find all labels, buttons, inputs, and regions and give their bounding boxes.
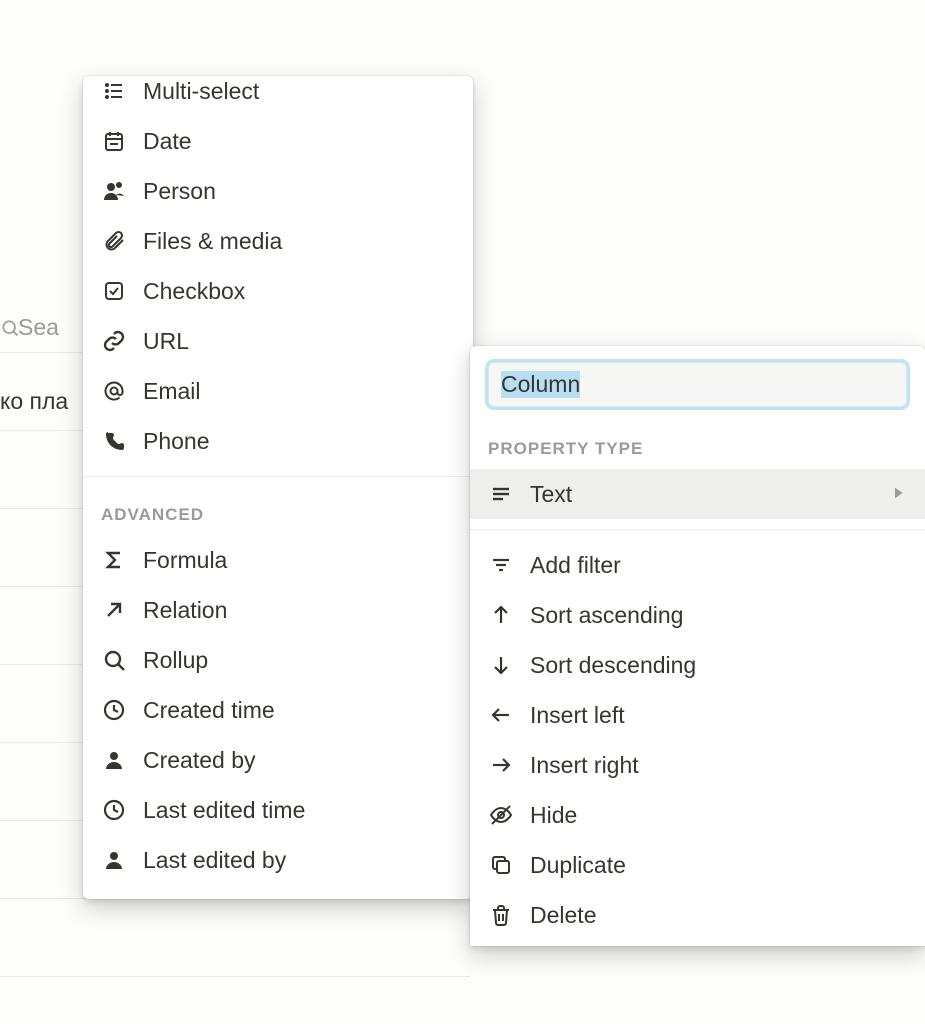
search-icon (0, 318, 20, 343)
menu-item-label: Insert right (530, 748, 639, 783)
menu-item-label: Hide (530, 798, 577, 833)
menu-item-label: Email (143, 374, 201, 409)
menu-item-label: Person (143, 174, 216, 209)
text-icon (488, 481, 514, 507)
type-option-files[interactable]: Files & media (83, 216, 473, 266)
type-option-created-by[interactable]: Created by (83, 735, 473, 785)
user-solid-icon (101, 847, 127, 873)
column-name-input[interactable] (488, 362, 907, 407)
menu-item-label: Created time (143, 693, 275, 728)
arrow-ne-icon (101, 597, 127, 623)
action-add-filter[interactable]: Add filter (470, 540, 925, 590)
checkbox-icon (101, 278, 127, 304)
eye-off-icon (488, 802, 514, 828)
person-icon (101, 178, 127, 204)
type-option-created-time[interactable]: Created time (83, 685, 473, 735)
type-option-relation[interactable]: Relation (83, 585, 473, 635)
menu-item-label: Formula (143, 543, 227, 578)
trash-icon (488, 902, 514, 928)
advanced-header: ADVANCED (83, 487, 473, 535)
action-insert-right[interactable]: Insert right (470, 740, 925, 790)
bg-divider (0, 976, 470, 977)
menu-item-label: Files & media (143, 224, 282, 259)
property-type-submenu: Multi-select Date Person Files & media C… (83, 76, 473, 899)
search-icon (101, 647, 127, 673)
chevron-right-icon (889, 477, 907, 512)
action-delete[interactable]: Delete (470, 890, 925, 940)
arrow-up-icon (488, 602, 514, 628)
action-sort-descending[interactable]: Sort descending (470, 640, 925, 690)
sigma-icon (101, 547, 127, 573)
type-option-date[interactable]: Date (83, 116, 473, 166)
menu-item-label: Sort descending (530, 648, 696, 683)
type-option-multi-select[interactable]: Multi-select (83, 76, 473, 116)
search-label: Sea (18, 314, 59, 341)
column-edit-popover: PROPERTY TYPE Text Add filter Sort ascen… (470, 346, 925, 946)
property-type-header: PROPERTY TYPE (470, 421, 925, 469)
action-duplicate[interactable]: Duplicate (470, 840, 925, 890)
filter-icon (488, 552, 514, 578)
menu-divider (83, 476, 473, 477)
phone-icon (101, 428, 127, 454)
calendar-icon (101, 128, 127, 154)
menu-item-label: Sort ascending (530, 598, 683, 633)
type-option-url[interactable]: URL (83, 316, 473, 366)
user-solid-icon (101, 747, 127, 773)
menu-item-label: Text (530, 477, 572, 512)
type-option-email[interactable]: Email (83, 366, 473, 416)
bg-row-text: ко пла (0, 388, 68, 415)
menu-item-label: Multi-select (143, 76, 259, 108)
menu-item-label: URL (143, 324, 189, 359)
link-icon (101, 328, 127, 354)
duplicate-icon (488, 852, 514, 878)
menu-item-label: Last edited time (143, 793, 305, 828)
menu-item-label: Relation (143, 593, 227, 628)
menu-divider (470, 529, 925, 530)
menu-item-label: Delete (530, 898, 596, 933)
menu-item-label: Add filter (530, 548, 621, 583)
type-option-formula[interactable]: Formula (83, 535, 473, 585)
menu-item-label: Duplicate (530, 848, 626, 883)
action-sort-ascending[interactable]: Sort ascending (470, 590, 925, 640)
type-option-person[interactable]: Person (83, 166, 473, 216)
action-hide[interactable]: Hide (470, 790, 925, 840)
menu-item-label: Date (143, 124, 192, 159)
at-icon (101, 378, 127, 404)
menu-item-label: Rollup (143, 643, 208, 678)
clock-icon (101, 697, 127, 723)
list-icon (101, 78, 127, 104)
menu-item-label: Checkbox (143, 274, 245, 309)
arrow-right-icon (488, 752, 514, 778)
type-option-last-edited-time[interactable]: Last edited time (83, 785, 473, 835)
action-insert-left[interactable]: Insert left (470, 690, 925, 740)
type-option-phone[interactable]: Phone (83, 416, 473, 466)
clock-icon (101, 797, 127, 823)
type-option-rollup[interactable]: Rollup (83, 635, 473, 685)
menu-item-label: Created by (143, 743, 256, 778)
type-option-checkbox[interactable]: Checkbox (83, 266, 473, 316)
type-option-last-edited-by[interactable]: Last edited by (83, 835, 473, 885)
property-type-selector[interactable]: Text (470, 469, 925, 519)
arrow-down-icon (488, 652, 514, 678)
attachment-icon (101, 228, 127, 254)
menu-item-label: Last edited by (143, 843, 286, 878)
menu-item-label: Phone (143, 424, 210, 459)
arrow-left-icon (488, 702, 514, 728)
menu-item-label: Insert left (530, 698, 625, 733)
